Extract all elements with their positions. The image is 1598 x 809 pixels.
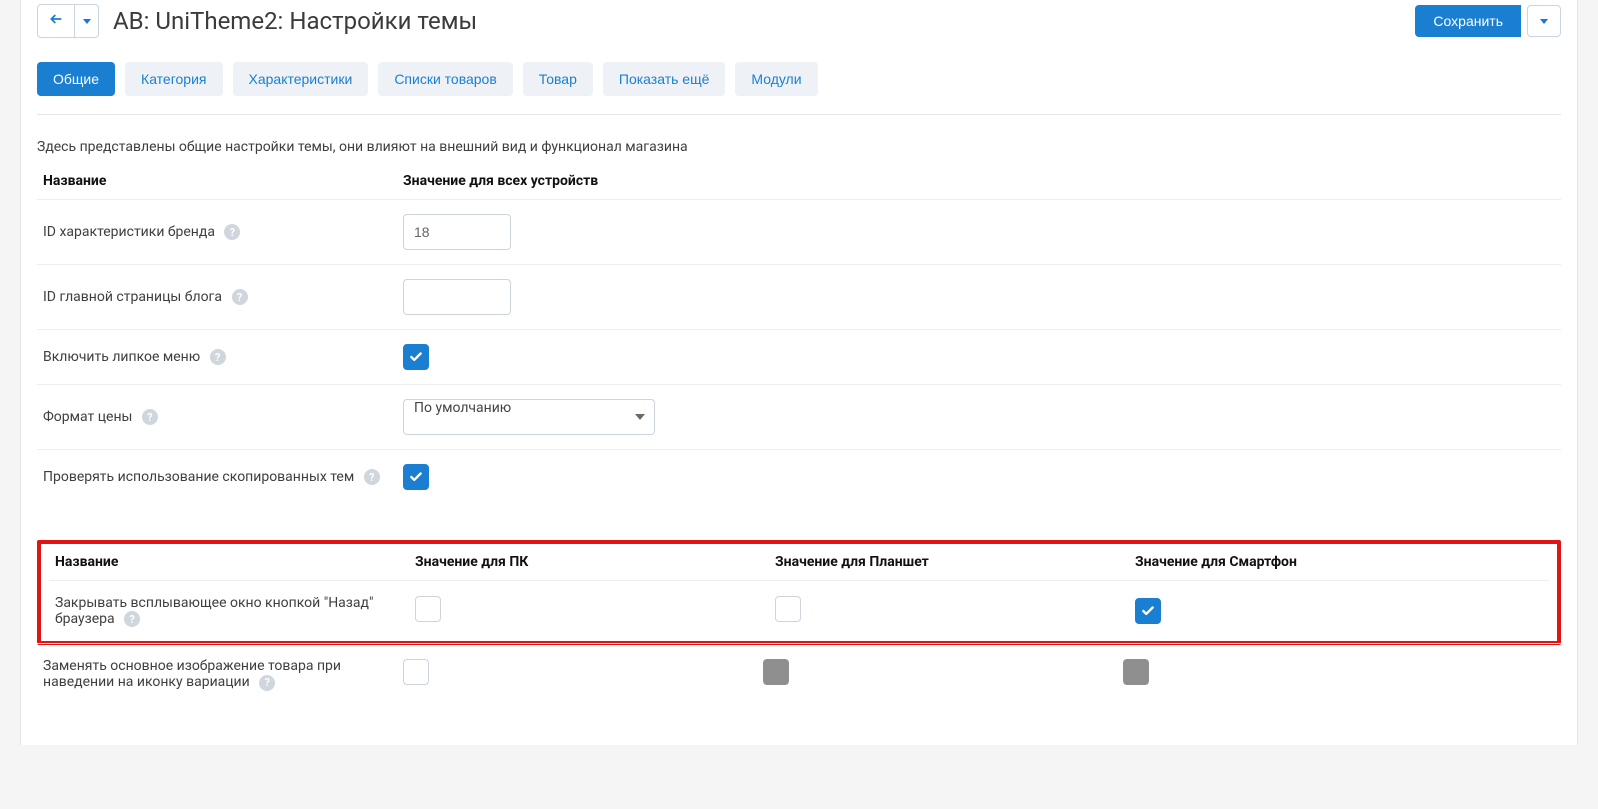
tab-show-more[interactable]: Показать ещё bbox=[603, 62, 726, 96]
swap-image-hover-pc-checkbox[interactable] bbox=[403, 659, 429, 685]
page-title: AB: UniTheme2: Настройки темы bbox=[113, 7, 1415, 35]
back-button-group bbox=[37, 4, 99, 38]
setting-row: Заменять основное изображение товара при… bbox=[37, 644, 1561, 705]
setting-row: ID главной страницы блога ? bbox=[37, 265, 1561, 330]
setting-row: Проверять использование скопированных те… bbox=[37, 450, 1561, 505]
save-button-group: Сохранить bbox=[1415, 5, 1561, 37]
help-icon[interactable]: ? bbox=[142, 409, 158, 425]
setting-label: ID главной страницы блога ? bbox=[37, 265, 397, 330]
col-header-pc: Значение для ПК bbox=[409, 544, 769, 581]
help-icon[interactable]: ? bbox=[210, 349, 226, 365]
price-format-select[interactable]: По умолчанию bbox=[403, 399, 655, 435]
tab-modules[interactable]: Модули bbox=[735, 62, 817, 96]
help-icon[interactable]: ? bbox=[364, 469, 380, 485]
help-icon[interactable]: ? bbox=[224, 224, 240, 240]
setting-label: Закрывать всплывающее окно кнопкой "Наза… bbox=[49, 581, 409, 642]
tab-product-lists[interactable]: Списки товаров bbox=[378, 62, 512, 96]
check-copied-themes-checkbox[interactable] bbox=[403, 464, 429, 490]
blog-main-page-id-input[interactable] bbox=[403, 279, 511, 315]
setting-label: Включить липкое меню ? bbox=[37, 330, 397, 385]
col-header-name: Название bbox=[49, 544, 409, 581]
col-header-value: Значение для всех устройств bbox=[397, 163, 1561, 200]
setting-label: Формат цены ? bbox=[37, 385, 397, 450]
close-popup-back-tablet-checkbox[interactable] bbox=[775, 596, 801, 622]
back-dropdown[interactable] bbox=[75, 4, 99, 38]
col-header-phone: Значение для Смартфон bbox=[1129, 544, 1549, 581]
back-button[interactable] bbox=[37, 4, 75, 38]
setting-label: Проверять использование скопированных те… bbox=[37, 450, 397, 505]
caret-down-icon bbox=[1540, 19, 1548, 24]
setting-row: Включить липкое меню ? bbox=[37, 330, 1561, 385]
setting-row: Формат цены ? По умолчанию bbox=[37, 385, 1561, 450]
setting-label: Заменять основное изображение товара при… bbox=[37, 644, 397, 705]
tab-general[interactable]: Общие bbox=[37, 62, 115, 96]
settings-table-devices: Название Значение для ПК Значение для Пл… bbox=[49, 544, 1549, 641]
arrow-left-icon bbox=[49, 12, 63, 31]
close-popup-back-pc-checkbox[interactable] bbox=[415, 596, 441, 622]
tab-product[interactable]: Товар bbox=[523, 62, 593, 96]
col-header-tablet: Значение для Планшет bbox=[769, 544, 1129, 581]
highlighted-section: Название Значение для ПК Значение для Пл… bbox=[37, 540, 1561, 645]
help-icon[interactable]: ? bbox=[259, 675, 275, 691]
tab-features[interactable]: Характеристики bbox=[233, 62, 369, 96]
close-popup-back-phone-checkbox[interactable] bbox=[1135, 598, 1161, 624]
settings-table-all: Название Значение для всех устройств ID … bbox=[37, 163, 1561, 504]
intro-text: Здесь представлены общие настройки темы,… bbox=[37, 115, 1561, 163]
page-header: AB: UniTheme2: Настройки темы Сохранить bbox=[37, 0, 1561, 52]
help-icon[interactable]: ? bbox=[124, 611, 140, 627]
settings-table-devices-continued: Заменять основное изображение товара при… bbox=[37, 643, 1561, 704]
caret-down-icon bbox=[83, 19, 91, 24]
tabs: Общие Категория Характеристики Списки то… bbox=[37, 52, 1561, 115]
save-dropdown[interactable] bbox=[1527, 5, 1561, 37]
setting-row: ID характеристики бренда ? bbox=[37, 200, 1561, 265]
swap-image-hover-phone-checkbox bbox=[1123, 659, 1149, 685]
col-header-name: Название bbox=[37, 163, 397, 200]
swap-image-hover-tablet-checkbox bbox=[763, 659, 789, 685]
help-icon[interactable]: ? bbox=[232, 289, 248, 305]
setting-label: ID характеристики бренда ? bbox=[37, 200, 397, 265]
setting-row: Закрывать всплывающее окно кнопкой "Наза… bbox=[49, 581, 1549, 642]
page-container: AB: UniTheme2: Настройки темы Сохранить … bbox=[20, 0, 1578, 745]
sticky-menu-checkbox[interactable] bbox=[403, 344, 429, 370]
save-button[interactable]: Сохранить bbox=[1415, 5, 1521, 37]
tab-category[interactable]: Категория bbox=[125, 62, 222, 96]
brand-feature-id-input[interactable] bbox=[403, 214, 511, 250]
